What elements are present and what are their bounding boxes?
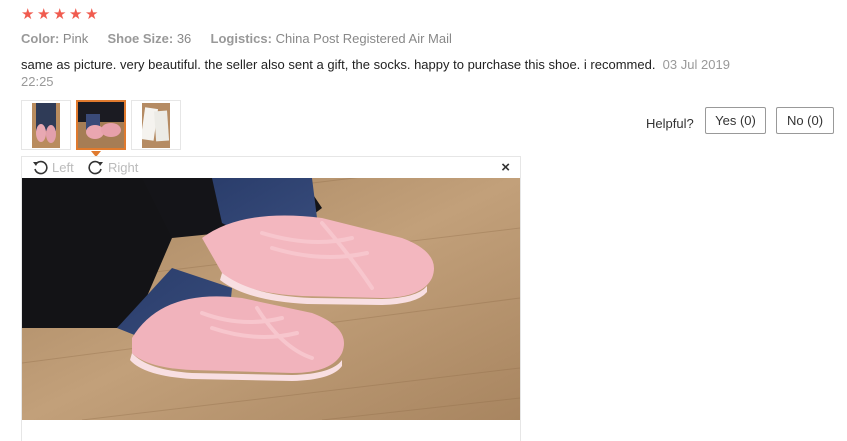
review-photo-image [22, 178, 520, 420]
rotate-right-button[interactable]: Right [88, 159, 138, 175]
product-attributes: Color: Pink Shoe Size: 36 Logistics: Chi… [21, 31, 452, 46]
star-icon: ★ [37, 6, 51, 23]
rotate-right-label: Right [108, 159, 139, 175]
review-text: same as picture. very beautiful. the sel… [21, 57, 656, 72]
attr-size-value: 36 [176, 31, 192, 46]
viewer-toolbar: Left Right × [22, 157, 520, 178]
thumbnail-image [142, 103, 170, 148]
thumbnail-image [78, 102, 124, 148]
thumbnail-image [32, 103, 60, 148]
attr-size-key: Shoe Size: [107, 31, 174, 46]
review-photo [22, 178, 520, 420]
star-icon: ★ [21, 6, 35, 23]
rating-stars: ★ ★ ★ ★ ★ [21, 6, 99, 23]
image-viewer: Left Right × [21, 156, 521, 441]
star-icon: ★ [53, 6, 67, 23]
thumbnail-1[interactable] [21, 100, 71, 150]
helpful-yes-button[interactable]: Yes (0) [705, 107, 766, 134]
attr-color-value: Pink [62, 31, 89, 46]
rotate-right-icon [88, 160, 103, 175]
rotate-left-label: Left [52, 159, 74, 175]
rotate-left-button[interactable]: Left [32, 159, 74, 175]
thumbnail-3[interactable] [131, 100, 181, 150]
close-icon[interactable]: × [501, 160, 510, 175]
review-text-block: same as picture. very beautiful. the sel… [21, 56, 741, 90]
attr-logistics-value: China Post Registered Air Mail [275, 31, 452, 46]
review-thumbnails [21, 100, 181, 150]
attr-color-key: Color: [21, 31, 60, 46]
helpful-no-button[interactable]: No (0) [776, 107, 834, 134]
star-icon: ★ [69, 6, 83, 23]
thumbnail-2[interactable] [76, 100, 126, 150]
rotate-left-icon [33, 160, 48, 175]
attr-logistics-key: Logistics: [210, 31, 272, 46]
star-icon: ★ [85, 6, 99, 23]
helpful-label: Helpful? [646, 116, 694, 131]
